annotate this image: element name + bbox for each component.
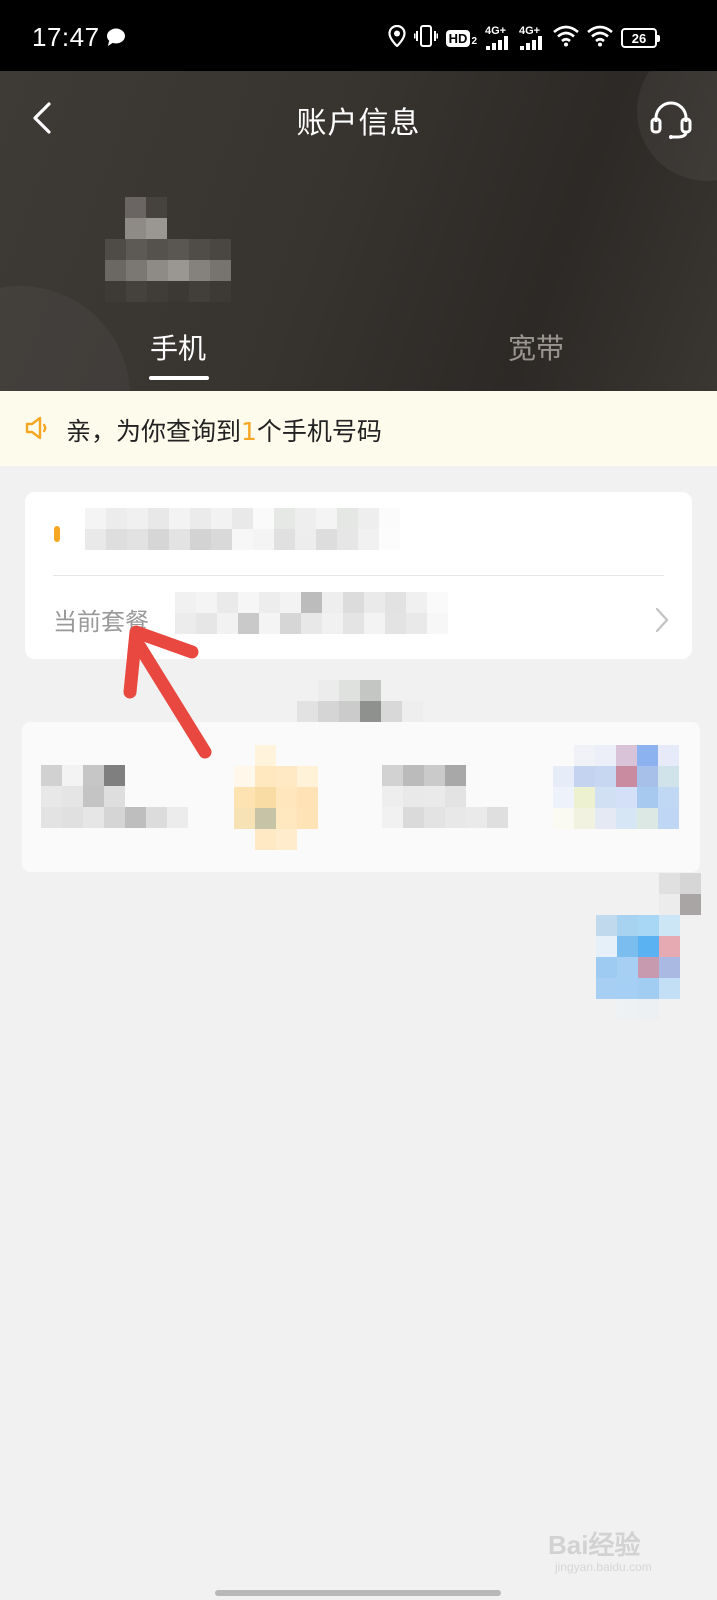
annotation-arrow	[123, 625, 212, 759]
redacted-benefit-item[interactable]	[41, 765, 188, 828]
customer-service-button[interactable]	[647, 96, 695, 144]
redacted-user-name	[125, 197, 167, 239]
redacted-benefit-item[interactable]	[382, 765, 508, 828]
wifi-icon	[587, 25, 613, 51]
signal-icon: 4G+	[519, 26, 545, 50]
status-icons: HD 2 4G+ 4G+ 26	[388, 24, 660, 52]
notice-prefix: 亲，为你查询到	[66, 417, 242, 446]
redacted-section-title	[297, 680, 423, 722]
vibrate-icon	[413, 25, 439, 51]
wifi-icon	[553, 25, 579, 51]
account-header: 账户信息 手机 宽带	[0, 71, 717, 391]
battery-icon: 26	[621, 28, 660, 48]
location-icon	[388, 24, 406, 51]
home-indicator[interactable]	[215, 1590, 501, 1596]
signal-icon: 4G+	[485, 26, 511, 50]
hd-voice-icon: HD 2	[445, 29, 477, 47]
notice-text: 亲，为你查询到1个手机号码	[66, 412, 382, 448]
page-title: 账户信息	[296, 106, 421, 141]
notice-count: 1	[241, 417, 257, 446]
redacted-user-number	[105, 281, 231, 302]
redacted-benefit-image	[234, 745, 318, 850]
watermark-url: jingyan.baidu.com	[555, 1560, 652, 1574]
headset-icon	[650, 101, 692, 139]
watermark: Bai经验	[548, 1530, 641, 1560]
redacted-user-number	[105, 239, 231, 281]
status-time: 17:47	[32, 22, 100, 52]
card-divider	[53, 575, 664, 576]
query-notice: 亲，为你查询到1个手机号码	[0, 391, 717, 466]
redacted-floating-image[interactable]	[596, 873, 701, 1020]
status-bar: 17:47 HD 2 4G+ 4G+ 26	[0, 0, 717, 71]
chat-bubble-icon	[106, 28, 126, 50]
redacted-benefit-image	[553, 745, 679, 829]
active-tab-indicator	[149, 376, 209, 380]
notice-suffix: 个手机号码	[256, 417, 382, 446]
tab-phone[interactable]: 手机	[150, 327, 206, 367]
tab-broadband[interactable]: 宽带	[508, 327, 564, 367]
number-marker	[54, 526, 60, 542]
redacted-phone-number	[85, 508, 400, 550]
chevron-right-icon	[654, 606, 670, 638]
speaker-icon	[24, 415, 50, 445]
